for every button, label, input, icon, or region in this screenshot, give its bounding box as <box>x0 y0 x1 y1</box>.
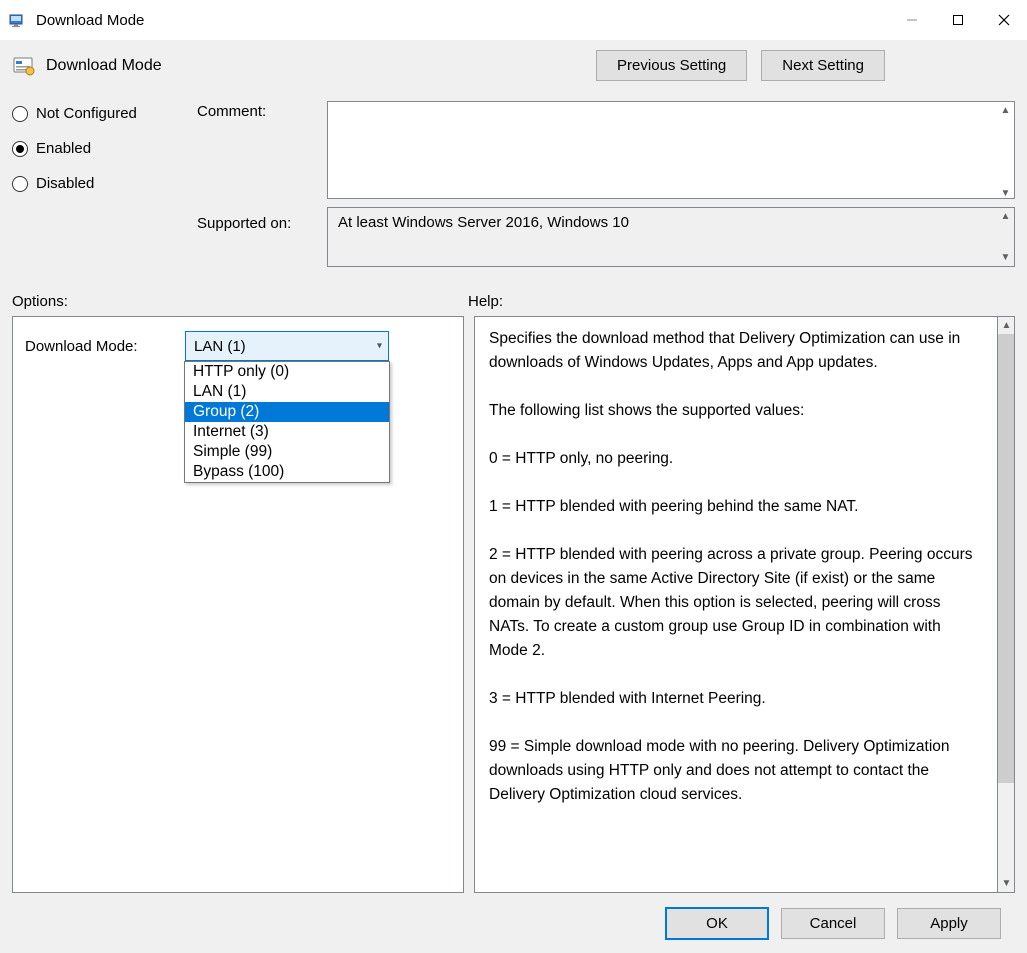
app-icon <box>8 10 28 30</box>
combo-option[interactable]: Bypass (100) <box>185 462 389 482</box>
help-text: Specifies the download method that Deliv… <box>489 327 983 375</box>
help-text: The following list shows the supported v… <box>489 399 983 423</box>
supported-on-text: At least Windows Server 2016, Windows 10 <box>338 214 629 231</box>
radio-label: Enabled <box>36 140 91 157</box>
next-setting-button[interactable]: Next Setting <box>761 50 885 81</box>
radio-enabled[interactable]: Enabled <box>12 140 197 157</box>
help-text: 0 = HTTP only, no peering. <box>489 447 983 471</box>
chevron-down-icon: ▾ <box>377 341 382 352</box>
comment-scrollbar[interactable]: ▲ ▼ <box>997 102 1014 202</box>
client-area: Download Mode Previous Setting Next Sett… <box>0 40 1027 953</box>
scroll-down-icon: ▼ <box>997 185 1014 202</box>
ok-button[interactable]: OK <box>665 907 769 940</box>
scroll-up-icon: ▲ <box>998 317 1015 334</box>
scroll-down-icon: ▼ <box>997 249 1014 266</box>
help-panel: Specifies the download method that Deliv… <box>474 316 998 893</box>
help-text: 2 = HTTP blended with peering across a p… <box>489 543 983 663</box>
previous-setting-button[interactable]: Previous Setting <box>596 50 747 81</box>
comment-textarea[interactable] <box>327 101 1015 199</box>
policy-title: Download Mode <box>46 57 162 75</box>
radio-icon <box>12 176 28 192</box>
radio-disabled[interactable]: Disabled <box>12 175 197 192</box>
radio-label: Disabled <box>36 175 94 192</box>
radio-not-configured[interactable]: Not Configured <box>12 105 197 122</box>
help-text: 1 = HTTP blended with peering behind the… <box>489 495 983 519</box>
cancel-button[interactable]: Cancel <box>781 908 885 939</box>
scroll-up-icon: ▲ <box>997 208 1014 225</box>
download-mode-combobox[interactable]: LAN (1) ▾ HTTP only (0)LAN (1)Group (2)I… <box>185 331 389 361</box>
options-section-label: Options: <box>12 293 468 310</box>
combo-dropdown-list: HTTP only (0)LAN (1)Group (2)Internet (3… <box>184 361 390 483</box>
apply-button[interactable]: Apply <box>897 908 1001 939</box>
scroll-down-icon: ▼ <box>998 875 1015 892</box>
combo-option[interactable]: Simple (99) <box>185 442 389 462</box>
window-title: Download Mode <box>36 12 889 29</box>
help-scrollbar[interactable]: ▲ ▼ <box>998 316 1015 893</box>
titlebar-buttons <box>889 4 1027 36</box>
supported-on-box: At least Windows Server 2016, Windows 10 <box>327 207 1015 267</box>
scroll-up-icon: ▲ <box>997 102 1014 119</box>
download-mode-label: Download Mode: <box>25 338 175 355</box>
options-panel: Download Mode: LAN (1) ▾ HTTP only (0)LA… <box>12 316 464 893</box>
radio-icon <box>12 106 28 122</box>
comment-label: Comment: <box>197 101 327 120</box>
supported-on-label: Supported on: <box>197 207 327 232</box>
radio-icon <box>12 141 28 157</box>
footer: OK Cancel Apply <box>12 893 1015 953</box>
combo-option[interactable]: Internet (3) <box>185 422 389 442</box>
radio-label: Not Configured <box>36 105 137 122</box>
titlebar: Download Mode <box>0 0 1027 40</box>
scrollbar-thumb[interactable] <box>998 334 1014 783</box>
window: Download Mode D <box>0 0 1027 953</box>
help-text: 3 = HTTP blended with Internet Peering. <box>489 687 983 711</box>
policy-icon <box>12 54 36 78</box>
combo-option[interactable]: HTTP only (0) <box>185 362 389 382</box>
minimize-button[interactable] <box>889 4 935 36</box>
help-text: 99 = Simple download mode with no peerin… <box>489 735 983 807</box>
help-section-label: Help: <box>468 293 503 310</box>
close-button[interactable] <box>981 4 1027 36</box>
combo-selected-text: LAN (1) <box>194 338 246 355</box>
supported-scrollbar[interactable]: ▲ ▼ <box>997 208 1014 266</box>
combo-option[interactable]: LAN (1) <box>185 382 389 402</box>
maximize-button[interactable] <box>935 4 981 36</box>
combo-option[interactable]: Group (2) <box>185 402 389 422</box>
top-grid: Not Configured Enabled Disabled Comment:… <box>12 101 1015 267</box>
header-row: Download Mode Previous Setting Next Sett… <box>12 50 1015 81</box>
